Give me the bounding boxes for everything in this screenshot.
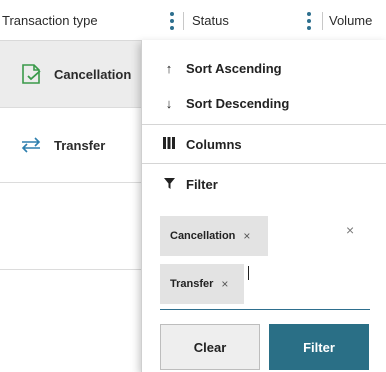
transfer-arrows-icon	[21, 137, 41, 153]
text-cursor	[248, 266, 249, 280]
menu-item-label: Columns	[186, 136, 242, 152]
column-header-transaction-type[interactable]: Transaction type	[0, 0, 156, 40]
column-header-label: Status	[192, 12, 229, 28]
filter-chip-label: Transfer	[170, 278, 214, 290]
filter-menu-item[interactable]: Filter	[142, 165, 386, 203]
transaction-type-label: Cancellation	[54, 66, 132, 82]
data-grid-screen: oncept Transaction type Status Volume	[0, 0, 386, 372]
arrow-up-icon: ↑	[165, 60, 173, 76]
column-menu-dropdown: ↑ Sort Ascending ↓ Sort Descending Colum…	[141, 40, 386, 372]
chip-remove-icon[interactable]: ×	[221, 277, 228, 291]
filter-chip: Cancellation ×	[160, 216, 268, 256]
menu-divider	[142, 163, 386, 164]
columns-icon	[162, 136, 176, 152]
column-header-label: Volume	[329, 12, 373, 28]
menu-item-label: Sort Ascending	[186, 60, 282, 76]
cell-transaction-type: Cancellation	[20, 41, 131, 107]
filter-chip-label: Cancellation	[170, 230, 236, 242]
columns-menu-item[interactable]: Columns	[142, 125, 386, 163]
column-header-label: Transaction type	[2, 12, 98, 28]
funnel-icon	[162, 177, 176, 192]
clear-all-icon[interactable]: ×	[346, 222, 354, 238]
sort-descending-menu-item[interactable]: ↓ Sort Descending	[142, 84, 386, 122]
arrow-down-icon: ↓	[165, 95, 173, 111]
cancellation-doc-icon	[22, 64, 41, 84]
clear-button[interactable]: Clear	[160, 324, 260, 370]
column-header-volume[interactable]: Volume	[323, 0, 386, 40]
column-menu-icon[interactable]	[305, 12, 313, 30]
filter-button[interactable]: Filter	[269, 324, 369, 370]
transaction-type-label: Transfer	[54, 137, 106, 153]
menu-item-label: Sort Descending	[186, 95, 290, 111]
filter-value-input[interactable]: Cancellation × Transfer ×	[160, 216, 370, 310]
column-header-status[interactable]: Status	[157, 0, 322, 40]
chip-remove-icon[interactable]: ×	[243, 229, 250, 243]
filter-chip: Transfer ×	[160, 264, 244, 304]
menu-item-label: Filter	[186, 176, 218, 192]
sort-ascending-menu-item[interactable]: ↑ Sort Ascending	[142, 49, 386, 87]
grid-header: Transaction type Status Volume	[0, 0, 386, 41]
cell-transaction-type: Transfer	[20, 108, 105, 182]
